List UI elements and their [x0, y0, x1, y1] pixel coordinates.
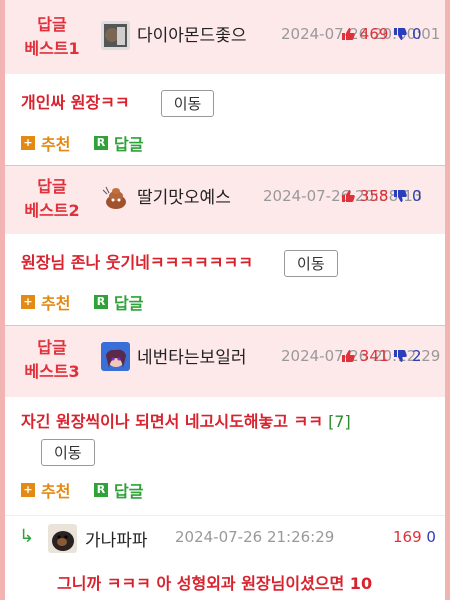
- thumbs-down-icon[interactable]: [393, 349, 407, 367]
- move-button[interactable]: 이동: [160, 90, 215, 117]
- downvote-count: 0: [426, 528, 436, 546]
- nickname[interactable]: 네번타는보일러: [137, 343, 246, 368]
- downvote-count: 2: [411, 347, 422, 365]
- reply-icon: R: [94, 136, 109, 150]
- vote-score: 341 2: [341, 347, 422, 367]
- plus-icon: +: [21, 483, 35, 497]
- comment-actions: + 추천 R 답글: [21, 478, 161, 502]
- best-comment-header: 답글 베스트2 딸기맛오예스 2024-07-26 20:58:13 358 0: [5, 166, 445, 234]
- best-comment-2: 답글 베스트2 딸기맛오예스 2024-07-26 20:58:13 358 0…: [5, 166, 445, 326]
- comment-text: 그니까 ㅋㅋㅋ 아 성형외과 원장님이셨으면 10: [57, 574, 373, 593]
- timestamp: 2024-07-26 21:26:29: [175, 528, 335, 546]
- recommend-button[interactable]: + 추천: [21, 131, 70, 155]
- comment-text: 개인싸 원장ㅋㅋ: [21, 93, 130, 112]
- upvote-count: 169: [393, 528, 422, 546]
- best-comment-header: 답글 베스트3 네번타는보일러 2024-07-26 20:12:29 341 …: [5, 326, 445, 397]
- vote-score: 469 0: [341, 25, 422, 45]
- move-button[interactable]: 이동: [41, 439, 95, 466]
- thumbs-up-icon[interactable]: [341, 349, 355, 367]
- avatar[interactable]: [101, 21, 130, 50]
- recommend-button[interactable]: + 추천: [21, 478, 70, 502]
- downvote-count: 0: [411, 187, 422, 205]
- reply-arrow-icon: ↳: [19, 526, 35, 547]
- best-comment-3: 답글 베스트3 네번타는보일러 2024-07-26 20:12:29 341 …: [5, 326, 445, 516]
- nickname[interactable]: 다이아몬드좇으: [137, 21, 246, 46]
- best-comment-1: 답글 베스트1 다이아몬드좇으 2024-07-26 20:00:01 469 …: [5, 0, 445, 166]
- reply-comment: ↳ 가나파파 2024-07-26 21:26:29 169 0 그니까 ㅋㅋㅋ…: [5, 515, 445, 600]
- best-label: 답글 베스트2: [24, 177, 80, 220]
- avatar[interactable]: [101, 182, 130, 211]
- plus-icon: +: [21, 136, 35, 150]
- comment-actions: + 추천 R 답글: [21, 290, 161, 314]
- best-label: 답글 베스트1: [24, 15, 80, 58]
- upvote-count: 358: [359, 187, 389, 205]
- reply-button[interactable]: R 답글: [94, 290, 143, 314]
- thumbs-up-icon[interactable]: [341, 27, 355, 45]
- plus-icon: +: [21, 295, 35, 309]
- comment-text: 원장님 존나 웃기네ㅋㅋㅋㅋㅋㅋㅋ: [21, 253, 253, 272]
- move-button[interactable]: 이동: [284, 250, 338, 277]
- nickname[interactable]: 딸기맛오예스: [137, 183, 231, 208]
- comment-list: 답글 베스트1 다이아몬드좇으 2024-07-26 20:00:01 469 …: [5, 0, 445, 600]
- reply-button[interactable]: R 답글: [94, 131, 143, 155]
- reply-icon: R: [94, 483, 109, 497]
- vote-score: 169 0: [393, 528, 436, 546]
- comment-actions: + 추천 R 답글: [21, 131, 161, 155]
- thumbs-down-icon[interactable]: [393, 27, 407, 45]
- comment-text: 자긴 원장씩이나 되면서 네고시도해놓고 ㅋㅋ: [21, 412, 323, 431]
- vote-score: 358 0: [341, 187, 422, 207]
- downvote-count: 0: [411, 25, 422, 43]
- reply-icon: R: [94, 295, 109, 309]
- best-comment-header: 답글 베스트1 다이아몬드좇으 2024-07-26 20:00:01 469 …: [5, 0, 445, 74]
- avatar[interactable]: [48, 524, 77, 553]
- comment-body: 자긴 원장씩이나 되면서 네고시도해놓고 ㅋㅋ [7] 이동: [5, 397, 445, 487]
- upvote-count: 341: [359, 347, 389, 365]
- thumbs-up-icon[interactable]: [341, 189, 355, 207]
- reply-button[interactable]: R 답글: [94, 478, 143, 502]
- avatar[interactable]: [101, 342, 130, 371]
- reply-count[interactable]: [7]: [328, 412, 351, 431]
- recommend-button[interactable]: + 추천: [21, 290, 70, 314]
- best-label: 답글 베스트3: [24, 338, 80, 381]
- nickname[interactable]: 가나파파: [85, 526, 148, 551]
- upvote-count: 469: [359, 25, 389, 43]
- thumbs-down-icon[interactable]: [393, 189, 407, 207]
